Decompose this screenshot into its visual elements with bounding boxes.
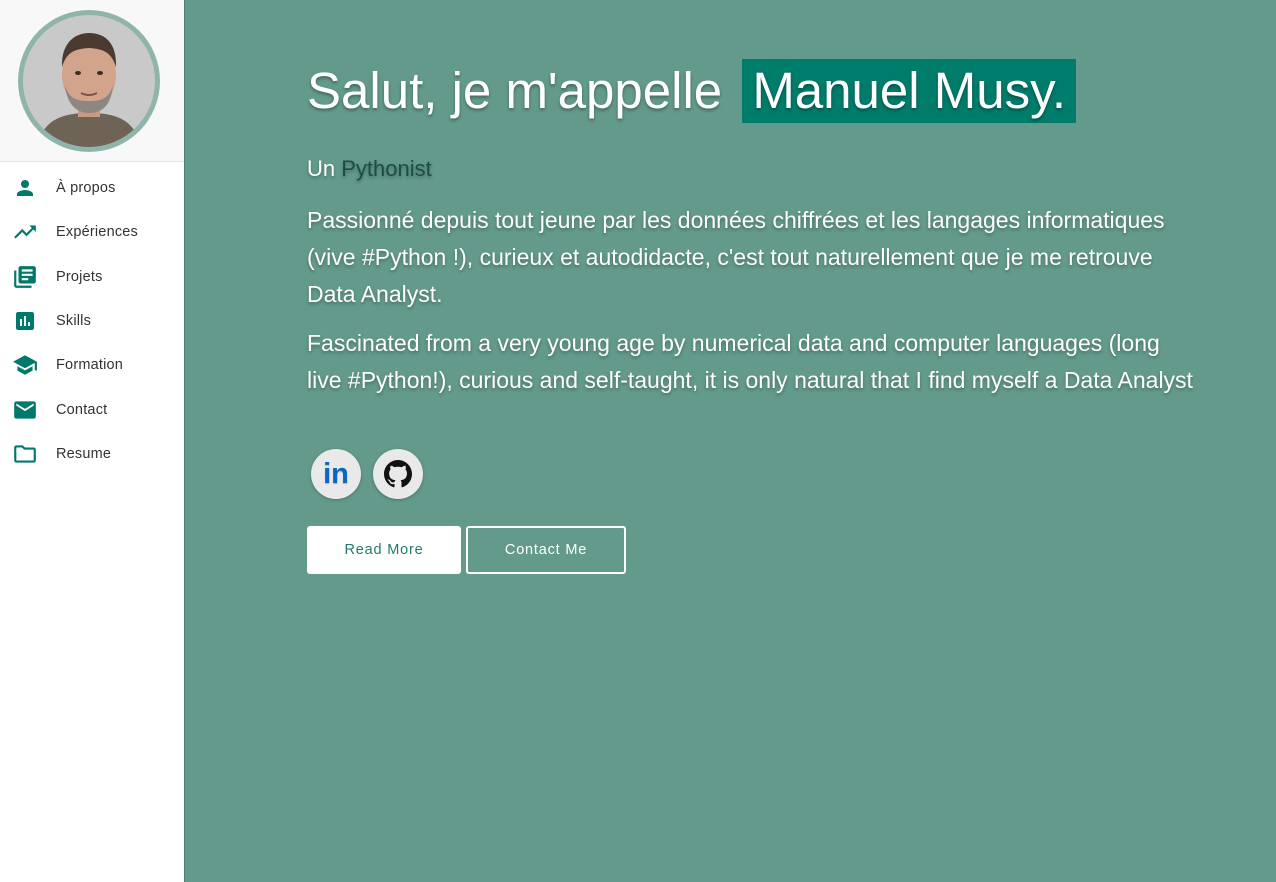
sidebar: À propos Expériences Projets Skills Form…	[0, 0, 185, 882]
profile-header	[0, 0, 184, 162]
greeting-text: Salut, je m'appelle	[307, 62, 723, 119]
tagline: Un Pythonist	[307, 156, 432, 182]
nav-item-a-propos[interactable]: À propos	[0, 168, 184, 208]
nav-item-experiences[interactable]: Expériences	[0, 212, 184, 252]
hero-headline: Salut, je m'appelle Manuel Musy.	[307, 58, 1076, 124]
nav-item-resume[interactable]: Resume	[0, 434, 184, 474]
avatar	[18, 10, 160, 152]
folder-icon	[12, 441, 38, 467]
trending-up-icon	[12, 219, 38, 245]
person-icon	[12, 175, 38, 201]
social-links: in	[311, 449, 423, 499]
tagline-prefix: Un	[307, 156, 336, 181]
school-icon	[12, 352, 38, 378]
library-books-icon	[12, 264, 38, 290]
bar-chart-icon	[12, 308, 38, 334]
nav-item-formation[interactable]: Formation	[0, 345, 184, 385]
nav-label-resume: Resume	[56, 446, 112, 462]
nav-label-formation: Formation	[56, 357, 124, 373]
mail-icon	[12, 397, 38, 423]
nav-label-skills: Skills	[56, 313, 92, 329]
nav-label-experiences: Expériences	[56, 224, 138, 240]
profile-photo	[23, 15, 155, 147]
nav-item-skills[interactable]: Skills	[0, 301, 184, 341]
nav-label-contact: Contact	[56, 402, 108, 418]
intro-paragraph-en: Fascinated from a very young age by nume…	[307, 330, 1193, 393]
nav-label-projets: Projets	[56, 269, 103, 285]
linkedin-icon: in	[323, 457, 349, 490]
nav-item-contact[interactable]: Contact	[0, 390, 184, 430]
linkedin-button[interactable]: in	[311, 449, 361, 499]
tagline-highlight: Pythonist	[341, 156, 432, 181]
name-highlight: Manuel Musy.	[742, 59, 1076, 123]
nav-label-a-propos: À propos	[56, 180, 116, 196]
intro-paragraph-fr: Passionné depuis tout jeune par les donn…	[307, 207, 1165, 307]
contact-me-button[interactable]: Contact Me	[466, 526, 626, 574]
nav-item-projets[interactable]: Projets	[0, 257, 184, 297]
github-icon	[384, 460, 412, 488]
github-button[interactable]	[373, 449, 423, 499]
read-more-button[interactable]: Read More	[307, 526, 461, 574]
